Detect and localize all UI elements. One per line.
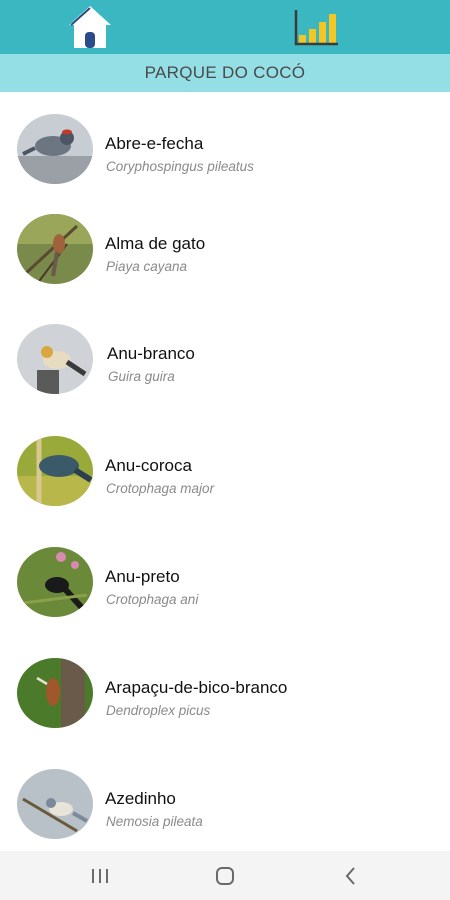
home-icon xyxy=(69,6,111,48)
bird-photo xyxy=(17,114,93,184)
system-home-button[interactable] xyxy=(210,863,240,889)
list-item-anu-coroca[interactable]: Anu-coroca Crotophaga major xyxy=(0,436,450,526)
bird-scientific-name: Coryphospingus pileatus xyxy=(106,159,254,174)
back-icon xyxy=(345,867,355,885)
bird-name: Anu-preto xyxy=(105,567,180,586)
list-item-anu-preto[interactable]: Anu-preto Crotophaga ani xyxy=(0,547,450,637)
recent-apps-icon xyxy=(92,869,108,883)
top-bar xyxy=(0,0,450,54)
bird-name: Azedinho xyxy=(105,789,176,808)
page-title: PARQUE DO COCÓ xyxy=(144,63,306,82)
list-item-anu-branco[interactable]: Anu-branco Guira guira xyxy=(0,324,450,414)
list-item-alma-de-gato[interactable]: Alma de gato Piaya cayana xyxy=(0,214,450,304)
bird-photo xyxy=(17,547,93,617)
system-home-icon xyxy=(216,867,234,885)
bird-name: Alma de gato xyxy=(105,234,206,253)
bird-scientific-name: Nemosia pileata xyxy=(106,814,203,829)
back-button[interactable] xyxy=(336,863,366,889)
list-item-azedinho[interactable]: Azedinho Nemosia pileata xyxy=(0,769,450,859)
bird-scientific-name: Crotophaga major xyxy=(106,481,215,496)
bird-photo xyxy=(17,436,93,506)
bird-photo xyxy=(17,769,93,839)
bird-name: Anu-branco xyxy=(107,344,195,363)
park-title-bar: PARQUE DO COCÓ xyxy=(0,54,450,92)
list-item-abre-e-fecha[interactable]: Abre-e-fecha Coryphospingus pileatus xyxy=(0,114,450,204)
bird-scientific-name: Guira guira xyxy=(108,369,175,384)
statistics-button[interactable] xyxy=(293,8,339,46)
system-navigation-bar xyxy=(0,851,450,900)
bar-chart-icon xyxy=(294,10,338,46)
bird-name: Abre-e-fecha xyxy=(105,134,204,153)
bird-name: Arapaçu-de-bico-branco xyxy=(105,678,288,697)
bird-photo xyxy=(17,658,93,728)
bird-photo xyxy=(17,214,93,284)
recent-apps-button[interactable] xyxy=(85,863,115,889)
bird-scientific-name: Piaya cayana xyxy=(106,259,188,274)
list-item-arapacu-de-bico-branco[interactable]: Arapaçu-de-bico-branco Dendroplex picus xyxy=(0,658,450,748)
bird-photo xyxy=(17,324,93,394)
bird-name: Anu-coroca xyxy=(105,456,192,475)
bird-scientific-name: Crotophaga ani xyxy=(106,592,199,607)
home-button[interactable] xyxy=(66,4,114,50)
bird-scientific-name: Dendroplex picus xyxy=(106,703,211,718)
